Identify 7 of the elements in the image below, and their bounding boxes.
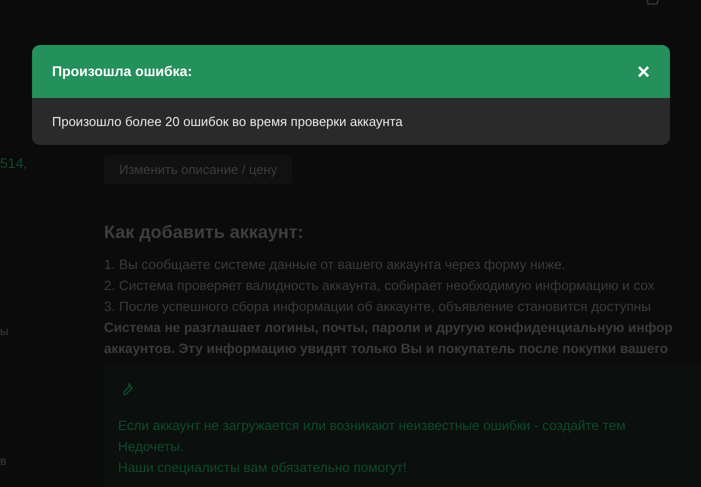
help-text: Если аккаунт не загружается или возникают неизвестные ошибки - создайте тем [118,417,626,435]
error-message: Произошло более 20 ошибок во время проверки аккаунта [52,112,403,131]
dialog-title: Произошла ошибка: [52,62,192,81]
balance-text: 514, [0,154,28,173]
close-button[interactable]: × [637,60,650,82]
help-text: Наши специалисты вам обязательно помогут! [118,459,407,477]
help-text: Недочеты. [118,438,184,456]
